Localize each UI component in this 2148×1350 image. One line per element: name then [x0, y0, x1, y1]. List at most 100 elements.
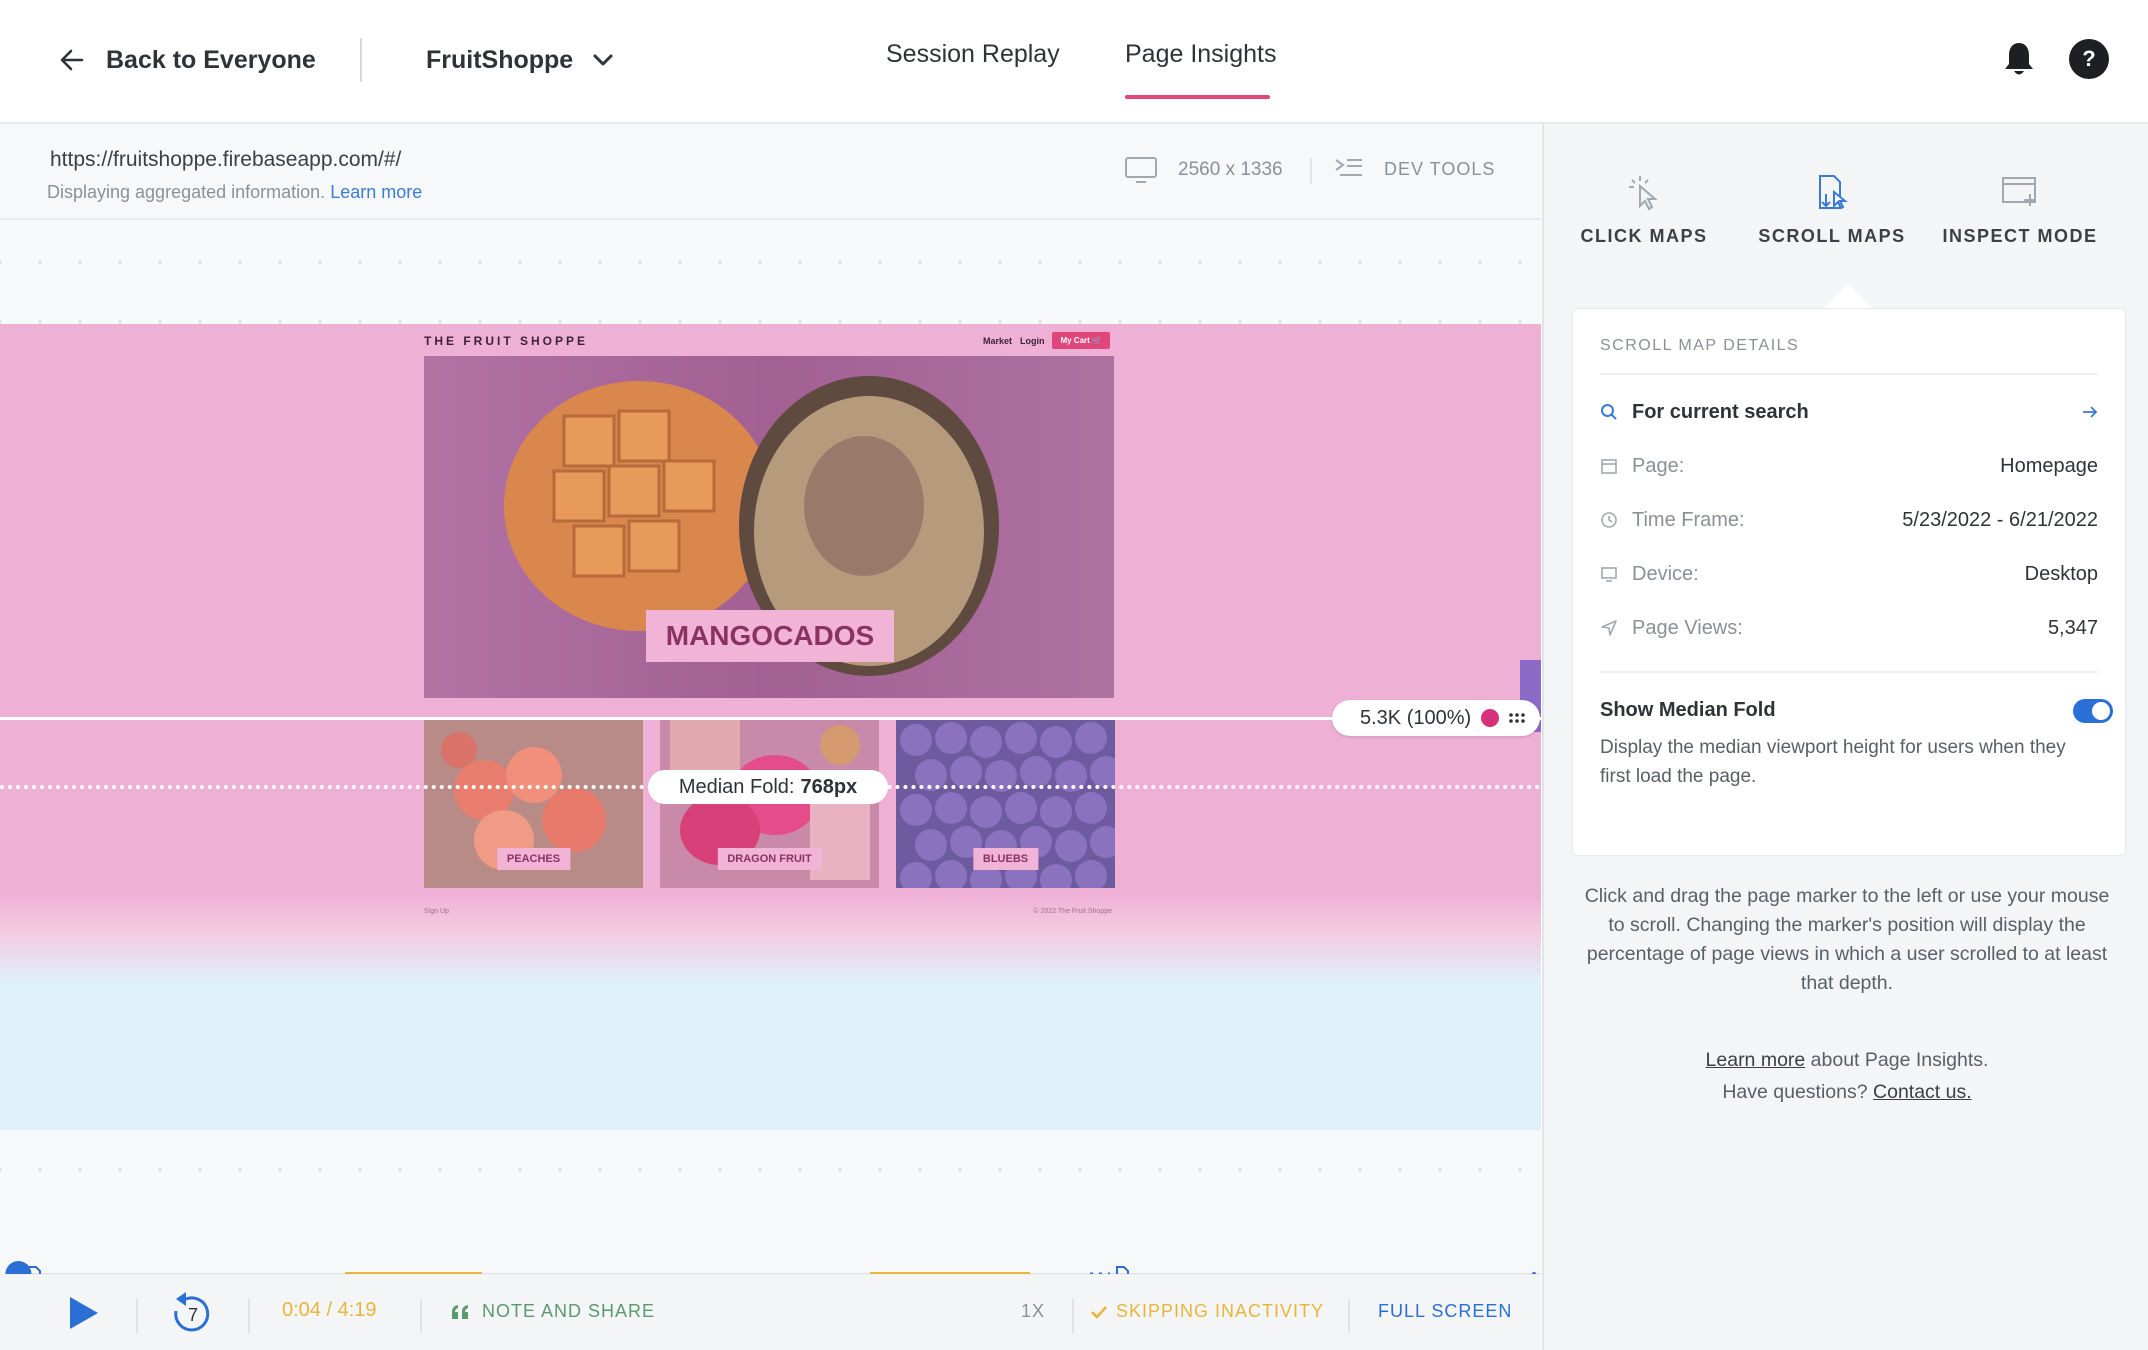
drag-grip-icon [1509, 713, 1525, 723]
site-footer-copyright: © 2022 The Fruit Shoppe [1033, 908, 1112, 915]
insights-panel: CLICK MAPS SCROLL MAPS INSPECT MODE SCRO… [1542, 124, 2148, 1350]
median-fold-toggle[interactable] [2073, 699, 2113, 723]
detail-label: Page Views: [1632, 616, 1743, 639]
chevron-down-icon [593, 54, 613, 66]
play-icon [70, 1297, 98, 1329]
page-url: https://fruitshoppe.firebaseapp.com/#/ [50, 148, 402, 171]
current-search-label: For current search [1632, 400, 1809, 423]
current-search-link[interactable]: For current search [1600, 397, 2098, 427]
playback-speed-button[interactable]: 1X [1021, 1301, 1045, 1322]
detail-value: 5,347 [2047, 616, 2098, 639]
dev-tools-label: DEV TOOLS [1384, 158, 1496, 179]
detail-row-page: Page: Homepage [1600, 451, 2098, 481]
divider [1600, 671, 2098, 673]
divider [420, 1299, 422, 1333]
play-button[interactable] [68, 1295, 100, 1331]
learn-more-suffix: about Page Insights. [1805, 1049, 1989, 1071]
url-bar: https://fruitshoppe.firebaseapp.com/#/ D… [0, 124, 1541, 220]
detail-value: 5/23/2022 - 6/21/2022 [1902, 508, 2098, 531]
canvas-background [0, 1130, 1541, 1210]
top-bar: Back to Everyone FruitShoppe Session Rep… [0, 0, 2148, 124]
site-footer-signup: Sign Up [424, 908, 449, 915]
product-label: BLUEBS [972, 848, 1039, 870]
click-maps-tab[interactable]: CLICK MAPS [1554, 172, 1734, 247]
detail-row-device: Device: Desktop [1600, 559, 2098, 589]
scroll-heatmap[interactable]: THE FRUIT SHOPPE Market Login My Cart 🛒 [0, 324, 1541, 1130]
page-icon [1601, 459, 1617, 474]
product-card: DRAGON FRUIT [660, 720, 879, 888]
site-nav-market: Market [982, 335, 1012, 346]
learn-more-link[interactable]: Learn more [330, 182, 422, 202]
note-and-share-button[interactable]: NOTE AND SHARE [450, 1301, 655, 1322]
active-mode-pointer [1824, 284, 1872, 308]
back-to-everyone-button[interactable]: Back to Everyone [58, 40, 316, 80]
scroll-marker-label: 5.3K (100%) [1360, 706, 1472, 729]
product-card: PEACHES [424, 720, 643, 888]
median-fold-description: Display the median viewport height for u… [1600, 737, 2066, 787]
rewind-seconds: 7 [188, 1305, 200, 1325]
details-title: SCROLL MAP DETAILS [1600, 337, 1800, 354]
checkmark-icon [1091, 1305, 1107, 1319]
note-and-share-label: NOTE AND SHARE [482, 1301, 656, 1321]
site-cart: My Cart 🛒 [1052, 332, 1110, 349]
resolution-indicator: 2560 x 1336 [1124, 156, 1283, 184]
divider [1348, 1299, 1350, 1333]
marker-dot [1481, 709, 1500, 727]
tab-page-insights[interactable]: Page Insights [1125, 40, 1277, 69]
inspect-mode-label: INSPECT MODE [1942, 226, 2098, 246]
inspect-window-icon [2002, 177, 2036, 206]
divider [136, 1299, 138, 1333]
back-label: Back to Everyone [106, 45, 316, 74]
inspect-mode-tab[interactable]: INSPECT MODE [1930, 172, 2110, 247]
detail-label: Page: [1632, 454, 1685, 477]
player-controls: 7 0:04 / 4:19 NOTE AND SHARE 1X SKIPPING… [0, 1274, 1541, 1350]
divider [360, 38, 362, 82]
dev-tools-button[interactable]: DEV TOOLS [1334, 156, 1495, 182]
median-fold-badge: Median Fold: 768px [648, 770, 888, 804]
scroll-maps-tab[interactable]: SCROLL MAPS [1742, 172, 1922, 247]
divider [1600, 373, 2098, 375]
arrow-left-icon [60, 49, 84, 71]
location-arrow-icon [1601, 620, 1617, 636]
click-cursor-icon [1629, 176, 1658, 211]
help-icon[interactable]: ? [2069, 39, 2109, 79]
app-selector[interactable]: FruitShoppe [426, 40, 615, 80]
median-fold-value: 768px [800, 775, 858, 798]
detail-label: Time Frame: [1632, 508, 1745, 531]
divider [1072, 1299, 1074, 1333]
tab-session-replay[interactable]: Session Replay [886, 40, 1060, 69]
site-nav: Market Login My Cart 🛒 [983, 332, 1110, 349]
scroll-page-icon [1819, 175, 1848, 210]
hero-title: MANGOCADOS [646, 610, 894, 662]
monitor-icon [1125, 157, 1157, 183]
hero-image: MANGOCADOS [424, 356, 1114, 698]
scroll-marker-handle[interactable]: 5.3K (100%) [1332, 700, 1540, 736]
product-label: DRAGON FRUIT [717, 848, 822, 870]
median-fold-setting-title: Show Median Fold [1600, 699, 1776, 721]
monitor-icon [1601, 567, 1617, 582]
median-fold-label: Median Fold: [678, 775, 795, 798]
scroll-maps-label: SCROLL MAPS [1758, 226, 1906, 246]
bell-icon[interactable] [2002, 40, 2036, 78]
rewind-button[interactable]: 7 [166, 1289, 214, 1337]
site-cart-label: My Cart [1060, 336, 1090, 345]
scroll-marker-line[interactable] [0, 717, 1541, 720]
resolution-value: 2560 x 1336 [1178, 159, 1283, 180]
divider [1310, 158, 1312, 184]
page-viewer: https://fruitshoppe.firebaseapp.com/#/ D… [0, 124, 1541, 1350]
search-icon [1601, 404, 1617, 420]
skip-inactivity-toggle[interactable]: SKIPPING INACTIVITY [1090, 1301, 1324, 1322]
contact-us-link[interactable]: Contact us. [1873, 1081, 1972, 1103]
canvas-background [0, 222, 1541, 324]
scroll-map-details-card: SCROLL MAP DETAILS For current search Pa… [1572, 308, 2126, 856]
learn-more-page-insights-link[interactable]: Learn more [1706, 1049, 1806, 1071]
detail-value: Desktop [2024, 562, 2098, 585]
quote-icon [452, 1304, 468, 1319]
divider [248, 1299, 250, 1333]
detail-label: Device: [1632, 562, 1699, 585]
aggregate-note: Displaying aggregated information. Learn… [47, 182, 422, 203]
questions-text: Have questions? [1722, 1081, 1874, 1103]
panel-footer: Learn more about Page Insights. Have que… [1584, 1044, 2110, 1108]
detail-value: Homepage [2000, 454, 2098, 477]
full-screen-button[interactable]: FULL SCREEN [1378, 1301, 1512, 1322]
